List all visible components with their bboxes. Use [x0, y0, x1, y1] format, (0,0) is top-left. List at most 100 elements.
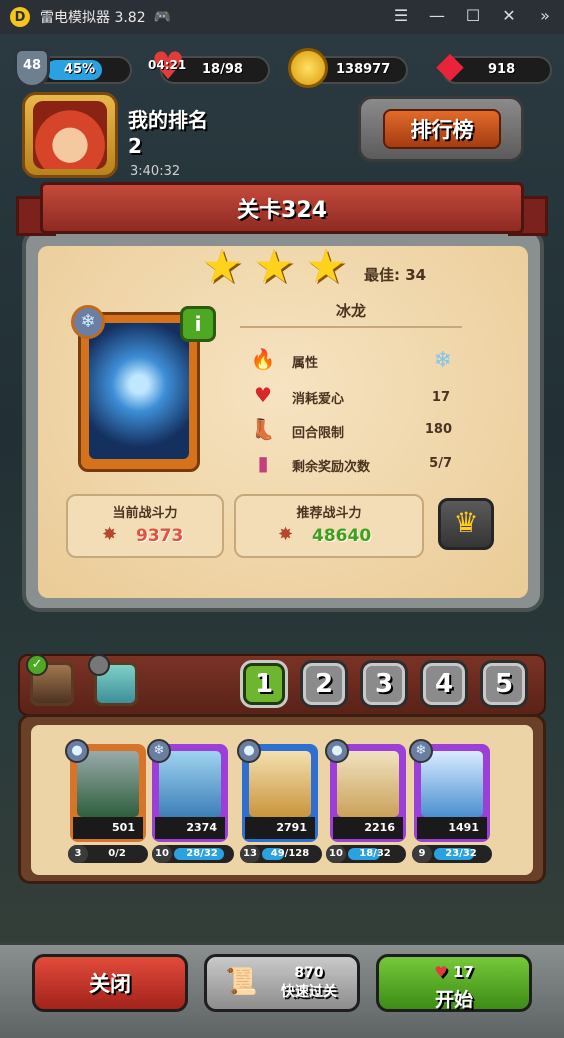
- emulator-title: 雷电模拟器 3.82: [40, 10, 146, 26]
- leaderboard-label: 排行榜: [383, 109, 501, 149]
- minimize-icon[interactable]: —: [426, 6, 448, 25]
- ice-element-icon: ❄: [409, 739, 433, 763]
- team-tab-1[interactable]: 1: [240, 660, 288, 708]
- crown-button[interactable]: ♛: [438, 498, 494, 550]
- rank-timer: 3:40:32: [130, 164, 181, 179]
- hero-level-bar-2: 10 28/32: [152, 845, 234, 863]
- hero-portrait: [249, 751, 311, 817]
- heart-cost-value: 17: [431, 390, 450, 405]
- star-icon: ★: [201, 239, 243, 293]
- hero-card-3[interactable]: ● 2791: [237, 739, 318, 842]
- lives-count: 18/98: [202, 62, 243, 77]
- hero-power: 2791: [245, 817, 315, 839]
- start-button[interactable]: ♥ 17 开始: [376, 954, 532, 1012]
- boot-icon: 👢: [250, 417, 276, 441]
- hero-level-bar-3: 13 49/128: [240, 845, 322, 863]
- emulator-logo-icon: D: [10, 7, 30, 27]
- menu-icon[interactable]: ☰: [390, 6, 412, 25]
- quick-clear-label: 快速过关: [281, 984, 337, 1000]
- hero-card-5[interactable]: ❄ 1491: [409, 739, 490, 842]
- my-rank-title: 我的排名: [128, 108, 208, 132]
- hero-power: 501: [73, 817, 143, 839]
- recommended-power-label: 推荐战斗力: [296, 506, 362, 521]
- start-label: 开始: [434, 989, 473, 1011]
- ice-element-icon: ❄: [147, 739, 171, 763]
- ice-dragon-image: [89, 323, 189, 459]
- lives-timer: 04:21: [148, 58, 187, 72]
- level-ribbon: 关卡324: [10, 182, 554, 240]
- hero-level: 13: [240, 845, 260, 863]
- check-icon: ✓: [26, 654, 48, 676]
- hero-level: 10: [326, 845, 346, 863]
- quick-clear-count: 870: [294, 965, 324, 981]
- level-progress-text: 45%: [64, 62, 96, 77]
- element-badge-icon: ●: [65, 739, 89, 763]
- team-tab-2[interactable]: 2: [300, 660, 348, 708]
- hero-power: 2216: [333, 817, 403, 839]
- hero-power: 2374: [155, 817, 225, 839]
- player-level-badge: 48: [14, 48, 50, 88]
- monster-name: 冰龙: [335, 302, 366, 320]
- divider: [240, 326, 462, 328]
- hero-level-bar-5: 9 23/32: [412, 845, 492, 863]
- maximize-icon[interactable]: ☐: [462, 6, 484, 25]
- close-button[interactable]: 关闭: [32, 954, 188, 1012]
- gold-count: 138977: [336, 62, 391, 77]
- hero-portrait: [77, 751, 139, 817]
- heart-cost-label: 消耗爱心: [292, 392, 345, 407]
- start-heart-cost: 17: [452, 963, 474, 981]
- hero-progress: 49/128: [270, 848, 310, 859]
- quick-clear-button[interactable]: 📜 870 快速过关: [204, 954, 360, 1012]
- recommended-power-value: 48640: [312, 526, 372, 546]
- emulator-title-bar: D 雷电模拟器 3.82 🎮 ☰ — ☐ ✕ »: [0, 0, 564, 34]
- star-icon: ★: [253, 239, 295, 293]
- hero-card-1[interactable]: ● 501: [65, 739, 146, 842]
- player-avatar[interactable]: [22, 92, 118, 178]
- rewards-left-value: 5/7: [429, 456, 452, 471]
- hero-progress: 0/2: [108, 848, 126, 859]
- team-tab-4[interactable]: 4: [420, 660, 468, 708]
- hero-level: 10: [152, 845, 172, 863]
- rewards-left-label: 剩余奖励次数: [292, 460, 371, 475]
- hero-portrait: [159, 751, 221, 817]
- element-icon: 🔥: [250, 347, 276, 371]
- recommended-power-box: 推荐战斗力 ✸ 48640: [234, 494, 424, 558]
- hero-card-2[interactable]: ❄ 2374: [147, 739, 228, 842]
- gem-icon: ◆: [436, 45, 464, 86]
- element-badge-icon: ●: [325, 739, 349, 763]
- hero-power: 1491: [417, 817, 487, 839]
- heart-icon: ♥: [434, 963, 448, 981]
- hero-card-4[interactable]: ● 2216: [325, 739, 406, 842]
- empty-badge-icon: [88, 654, 110, 676]
- current-power-value: 9373: [136, 526, 184, 546]
- current-power-label: 当前战斗力: [112, 506, 178, 521]
- close-window-icon[interactable]: ✕: [498, 6, 520, 25]
- reward-card-icon: ▮: [257, 451, 269, 475]
- gold-coin-icon: [288, 48, 328, 88]
- power-icon: ✸: [278, 524, 294, 545]
- star-icon: ★: [305, 239, 347, 293]
- hero-level-bar-1: 3 0/2: [68, 845, 148, 863]
- info-button[interactable]: i: [180, 306, 216, 342]
- sidebar-toggle-icon[interactable]: »: [534, 6, 556, 25]
- team-tab-5[interactable]: 5: [480, 660, 528, 708]
- gamepad-icon[interactable]: 🎮: [154, 9, 171, 25]
- turn-limit-value: 180: [424, 422, 452, 437]
- gems-count: 918: [488, 62, 516, 77]
- hero-level-bar-4: 10 18/32: [326, 845, 406, 863]
- current-power-box: 当前战斗力 ✸ 9373: [66, 494, 224, 558]
- hero-progress: 18/32: [359, 848, 391, 859]
- element-badge-icon: ●: [237, 739, 261, 763]
- team-tab-3[interactable]: 3: [360, 660, 408, 708]
- hero-progress: 23/32: [445, 848, 477, 859]
- hero-portrait: [421, 751, 483, 817]
- close-label: 关闭: [89, 972, 131, 996]
- leaderboard-button[interactable]: 排行榜: [358, 96, 524, 162]
- hero-level: 9: [412, 845, 432, 863]
- turn-limit-label: 回合限制: [292, 426, 345, 441]
- scroll-icon: 📜: [225, 967, 258, 997]
- heart-icon: ♥: [254, 383, 272, 407]
- attribute-label: 属性: [292, 356, 319, 371]
- best-score: 最佳: 34: [364, 266, 427, 284]
- level-title: 关卡324: [40, 182, 524, 234]
